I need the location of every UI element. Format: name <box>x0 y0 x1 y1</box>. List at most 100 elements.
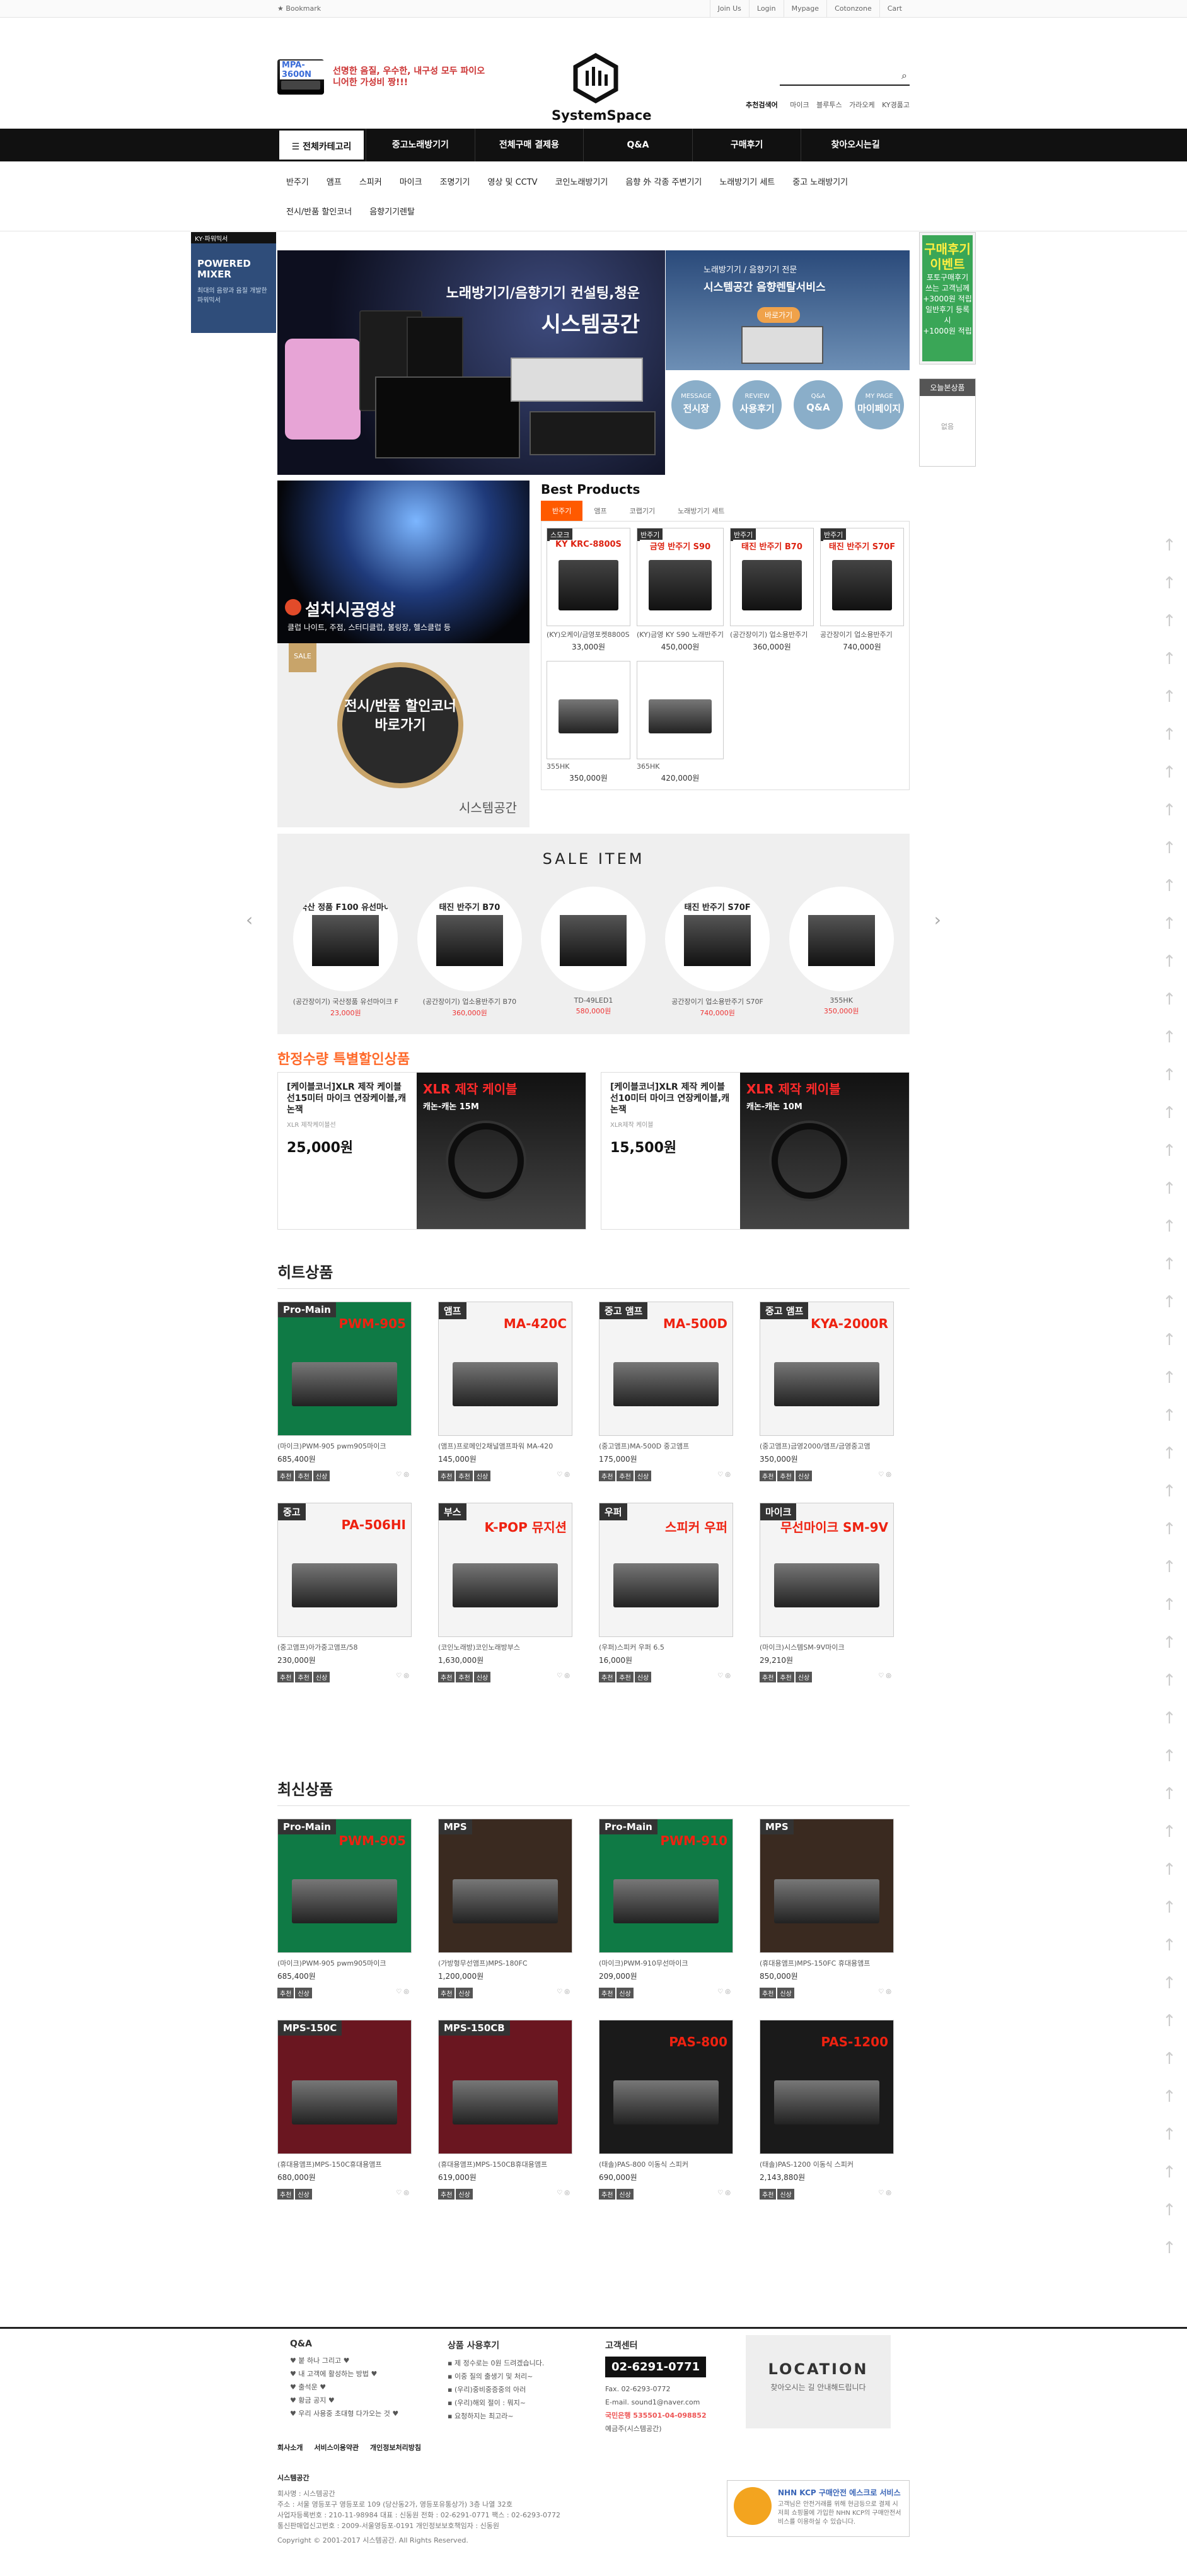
tab-amp[interactable]: 앰프 <box>582 501 618 521</box>
footer-qna-item[interactable]: ♥ 출석운 ♥ <box>290 2381 398 2394</box>
scroll-up-arrow-icon[interactable]: ↑ <box>1160 1822 1179 1860</box>
heart-icon[interactable]: ♡ ◎ <box>876 2189 894 2200</box>
sale-item[interactable]: TD-49LED1 580,000원 <box>533 887 653 1018</box>
quick-link-review[interactable]: REVIEW 사용후기 <box>732 380 782 429</box>
scroll-up-arrow-icon[interactable]: ↑ <box>1160 2125 1179 2163</box>
scroll-up-arrow-icon[interactable]: ↑ <box>1160 1104 1179 1141</box>
scroll-up-arrow-icon[interactable]: ↑ <box>1160 801 1179 839</box>
scroll-up-arrow-icon[interactable]: ↑ <box>1160 1406 1179 1444</box>
nav-directions[interactable]: 찾아오시는길 <box>801 129 910 161</box>
category-item[interactable]: 스피커 <box>350 166 391 196</box>
footer-qna-item[interactable]: ♥ 내 고객에 활성하는 방법 ♥ <box>290 2367 398 2381</box>
scroll-up-arrow-icon[interactable]: ↑ <box>1160 1179 1179 1217</box>
best-product-card[interactable]: 스모크 KY KRC-8800S (KY)오케이/금영포켓8800S 33,000원 <box>547 528 630 652</box>
category-item[interactable]: 앰프 <box>318 166 350 196</box>
mypage-link[interactable]: Mypage <box>783 0 826 17</box>
best-product-card[interactable]: 365HK 420,000원 <box>637 661 724 783</box>
scroll-up-arrow-icon[interactable]: ↑ <box>1160 1293 1179 1331</box>
scroll-up-arrow-icon[interactable]: ↑ <box>1160 1898 1179 1936</box>
sale-item[interactable]: 태진 반주기 S70F 공간장이기 업소용반주기 S70F 740,000원 <box>657 887 777 1018</box>
scroll-up-arrow-icon[interactable]: ↑ <box>1160 612 1179 650</box>
heart-icon[interactable]: ♡ ◎ <box>715 1988 733 1998</box>
footer-review-item[interactable]: ▪ 이중 질의 출생기 및 처리~ <box>448 2370 544 2383</box>
scroll-up-arrow-icon[interactable]: ↑ <box>1160 1028 1179 1066</box>
scroll-up-arrow-icon[interactable]: ↑ <box>1160 1633 1179 1671</box>
scroll-up-arrow-icon[interactable]: ↑ <box>1160 687 1179 725</box>
header-promo-banner[interactable]: MPA-3600N 선명한 음질, 우수한, 내구성 모두 파이오니어한 가성비… <box>277 50 489 103</box>
scroll-up-arrow-icon[interactable]: ↑ <box>1160 1066 1179 1104</box>
all-categories-button[interactable]: ☰ 전체카테고리 <box>277 129 366 161</box>
product-card[interactable]: MPS (가방형무선앰프)MPS-180FC 1,200,000원 추천 신상 ♡ ◎ <box>438 1819 572 1998</box>
scroll-up-arrow-icon[interactable]: ↑ <box>1160 1217 1179 1255</box>
scroll-up-arrow-icon[interactable]: ↑ <box>1160 1785 1179 1822</box>
scroll-up-arrow-icon[interactable]: ↑ <box>1160 990 1179 1028</box>
heart-icon[interactable]: ♡ ◎ <box>554 1988 572 1998</box>
category-item[interactable]: 조명기기 <box>431 166 479 196</box>
scroll-up-arrow-icon[interactable]: ↑ <box>1160 2049 1179 2087</box>
tab-player[interactable]: 반주기 <box>541 501 583 521</box>
scroll-up-arrow-icon[interactable]: ↑ <box>1160 1595 1179 1633</box>
scroll-up-arrow-icon[interactable]: ↑ <box>1160 2239 1179 2276</box>
best-product-card[interactable]: 355HK 350,000원 <box>547 661 630 783</box>
quick-link-mypage[interactable]: MY PAGE 마이페이지 <box>854 380 904 429</box>
scroll-up-arrow-icon[interactable]: ↑ <box>1160 1331 1179 1368</box>
scroll-up-arrow-icon[interactable]: ↑ <box>1160 2163 1179 2201</box>
heart-icon[interactable]: ♡ ◎ <box>554 1471 572 1481</box>
sale-item[interactable]: 국산 정품 F100 유선마이크 (공간장이기) 국산정품 유선마이크 F 23,0… <box>286 887 405 1018</box>
keyword-item[interactable]: 가라오케 <box>849 101 874 109</box>
scroll-up-arrow-icon[interactable]: ↑ <box>1160 2012 1179 2049</box>
category-item[interactable]: 음향기기렌탈 <box>361 196 424 226</box>
rental-go-button[interactable]: 바로가기 <box>757 307 801 323</box>
cart-link[interactable]: Cart <box>879 0 910 17</box>
scroll-up-arrow-icon[interactable]: ↑ <box>1160 1368 1179 1406</box>
heart-icon[interactable]: ♡ ◎ <box>715 1471 733 1481</box>
search-input[interactable] <box>780 67 887 83</box>
heart-icon[interactable]: ♡ ◎ <box>876 1471 894 1481</box>
limited-item[interactable]: [케이블코너]XLR 제작 케이블 선15미터 마이크 연장케이블,캐논잭 XL… <box>277 1072 586 1230</box>
product-card[interactable]: 부스 K-POP 뮤지션 (코인노래방)코인노래방부스 1,630,000원 추천 추천 신… <box>438 1503 572 1682</box>
login-link[interactable]: Login <box>748 0 784 17</box>
cotonzone-link[interactable]: Cotonzone <box>826 0 879 17</box>
scroll-up-arrow-icon[interactable]: ↑ <box>1160 2201 1179 2239</box>
location-banner[interactable]: LOCATION 찾아오시는 길 안내해드립니다 <box>746 2335 891 2428</box>
best-product-card[interactable]: 반주기 태진 반주기 S70F 공간장이기 업소용반주기 740,000원 <box>819 528 904 652</box>
tab-lighting[interactable]: 코랩기기 <box>618 501 666 521</box>
product-card[interactable]: MPS-150C (휴대용앰프)MPS-150C휴대용앰프 680,000원 추천 신상… <box>277 2020 412 2200</box>
nav-payment[interactable]: 전체구매 결제용 <box>474 129 584 161</box>
category-item[interactable]: 노래방기기 세트 <box>710 166 784 196</box>
footer-about-link[interactable]: 회사소개 <box>277 2444 303 2452</box>
clearance-banner[interactable]: SALE 전시/반품 할인코너 바로가기 시스템공간 <box>277 643 530 827</box>
product-card[interactable]: 우퍼 스피커 우퍼 (우퍼)스피커 우퍼 6.5 16,000원 추천 추천 신상 ♡ ◎ <box>599 1503 733 1682</box>
scroll-up-arrow-icon[interactable]: ↑ <box>1160 1860 1179 1898</box>
product-card[interactable]: 앰프 MA-420C (앰프)프로메인2채널앰프파워 MA-420 145,000원 추… <box>438 1302 572 1481</box>
category-item[interactable]: 음향 外 각종 주변기기 <box>617 166 710 196</box>
bookmark-link[interactable]: ★ Bookmark <box>277 4 321 13</box>
scroll-up-arrow-icon[interactable]: ↑ <box>1160 952 1179 990</box>
scroll-up-arrow-icon[interactable]: ↑ <box>1160 574 1179 612</box>
install-video-banner[interactable]: 설치시공영상 클럽 나이트, 주점, 스터디클럽, 볼링장, 헬스클럽 등 <box>277 481 530 643</box>
keyword-item[interactable]: 블루투스 <box>816 101 842 109</box>
heart-icon[interactable]: ♡ ◎ <box>554 2189 572 2200</box>
footer-privacy-link[interactable]: 개인정보처리방침 <box>370 2444 421 2452</box>
product-card[interactable]: 중고 앰프 KYA-2000R (중고앰프)금영2000/앰프/금영중고앰 350,0… <box>760 1302 894 1481</box>
tab-set[interactable]: 노래방기기 세트 <box>666 501 736 521</box>
heart-icon[interactable]: ♡ ◎ <box>554 1672 572 1682</box>
keyword-item[interactable]: 마이크 <box>790 101 809 109</box>
product-card[interactable]: Pro-Main PWM-905 (마이크)PWM-905 pwm905마이크 685… <box>277 1819 412 1998</box>
scroll-up-arrow-icon[interactable]: ↑ <box>1160 914 1179 952</box>
category-item[interactable]: 전시/반품 할인코너 <box>277 196 361 226</box>
product-card[interactable]: 중고 PA-506HI (중고앰프)아가중고앰프/58 230,000원 추천 추천 신상 ♡… <box>277 1503 412 1682</box>
scroll-up-arrow-icon[interactable]: ↑ <box>1160 763 1179 801</box>
heart-icon[interactable]: ♡ ◎ <box>393 1672 412 1682</box>
rental-banner[interactable]: 노래방기기 / 음향기기 전문 시스템공간 음향렌탈서비스 바로가기 <box>666 250 910 370</box>
scroll-up-arrow-icon[interactable]: ↑ <box>1160 1141 1179 1179</box>
limited-item[interactable]: [케이블코너]XLR 제작 케이블 선10미터 마이크 연장케이블,캐논잭 XL… <box>601 1072 910 1230</box>
nav-qna[interactable]: Q&A <box>583 129 692 161</box>
scroll-up-arrow-icon[interactable]: ↑ <box>1160 1671 1179 1709</box>
scroll-up-arrow-icon[interactable]: ↑ <box>1160 725 1179 763</box>
footer-review-item[interactable]: ▪ (우리)중비중증중의 아러 <box>448 2383 544 2396</box>
heart-icon[interactable]: ♡ ◎ <box>876 1672 894 1682</box>
category-item[interactable]: 영상 및 CCTV <box>478 166 546 196</box>
scroll-up-arrow-icon[interactable]: ↑ <box>1160 1709 1179 1747</box>
nav-used-karaoke[interactable]: 중고노래방기기 <box>366 129 475 161</box>
